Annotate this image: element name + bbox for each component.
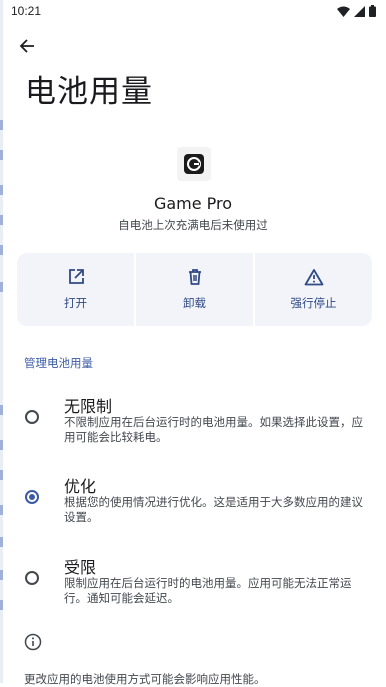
game-pro-logo-icon <box>184 154 204 174</box>
restricted-radio[interactable] <box>25 571 39 585</box>
open-label: 打开 <box>64 296 87 310</box>
option-optimized[interactable]: 优化 根据您的使用情况进行优化。这是适用于大多数应用的建议设置。 <box>0 465 386 535</box>
option-title: 优化 <box>64 477 97 496</box>
option-description: 限制应用在后台运行时的电池用量。应用可能无法正常运行。通知可能会延迟。 <box>64 576 352 605</box>
trash-icon <box>188 269 201 285</box>
back-arrow-icon <box>19 39 34 53</box>
app-usage-subtitle: 自电池上次充满电后未使用过 <box>118 218 268 232</box>
footer-note: 更改应用的电池使用方式可能会影响应用性能。 <box>24 672 266 686</box>
back-button[interactable] <box>14 33 40 59</box>
option-description: 不限制应用在后台运行时的电池用量。如果选择此设置，应用可能会比较耗电。 <box>64 415 363 444</box>
unrestricted-radio[interactable] <box>25 410 39 424</box>
info-icon <box>24 633 42 651</box>
option-restricted[interactable]: 受限 限制应用在后台运行时的电池用量。应用可能无法正常运行。通知可能会延迟。 <box>0 545 386 615</box>
app-name: Game Pro <box>153 194 233 213</box>
app-actions: 打开 卸载 强行停止 <box>17 253 372 326</box>
wifi-icon <box>337 6 350 17</box>
option-description: 根据您的使用情况进行优化。这是适用于大多数应用的建议设置。 <box>64 495 363 524</box>
open-in-new-icon <box>68 269 84 284</box>
battery-icon <box>369 5 376 17</box>
uninstall-button[interactable]: 卸载 <box>136 253 253 326</box>
force-stop-button[interactable]: 强行停止 <box>255 253 372 326</box>
option-title: 无限制 <box>64 397 113 416</box>
section-title: 管理电池用量 <box>24 356 93 370</box>
app-icon <box>177 147 211 181</box>
option-title: 受限 <box>64 558 97 577</box>
optimized-radio[interactable] <box>25 490 39 504</box>
option-unrestricted[interactable]: 无限制 不限制应用在后台运行时的电池用量。如果选择此设置，应用可能会比较耗电。 <box>0 385 386 455</box>
status-time: 10:21 <box>11 4 42 18</box>
uninstall-label: 卸载 <box>183 296 206 310</box>
warning-icon <box>304 269 323 286</box>
status-bar: 10:21 <box>0 0 386 24</box>
page-title: 电池用量 <box>25 74 153 110</box>
open-button[interactable]: 打开 <box>17 253 134 326</box>
signal-icon <box>354 5 365 17</box>
force-stop-label: 强行停止 <box>290 296 337 310</box>
